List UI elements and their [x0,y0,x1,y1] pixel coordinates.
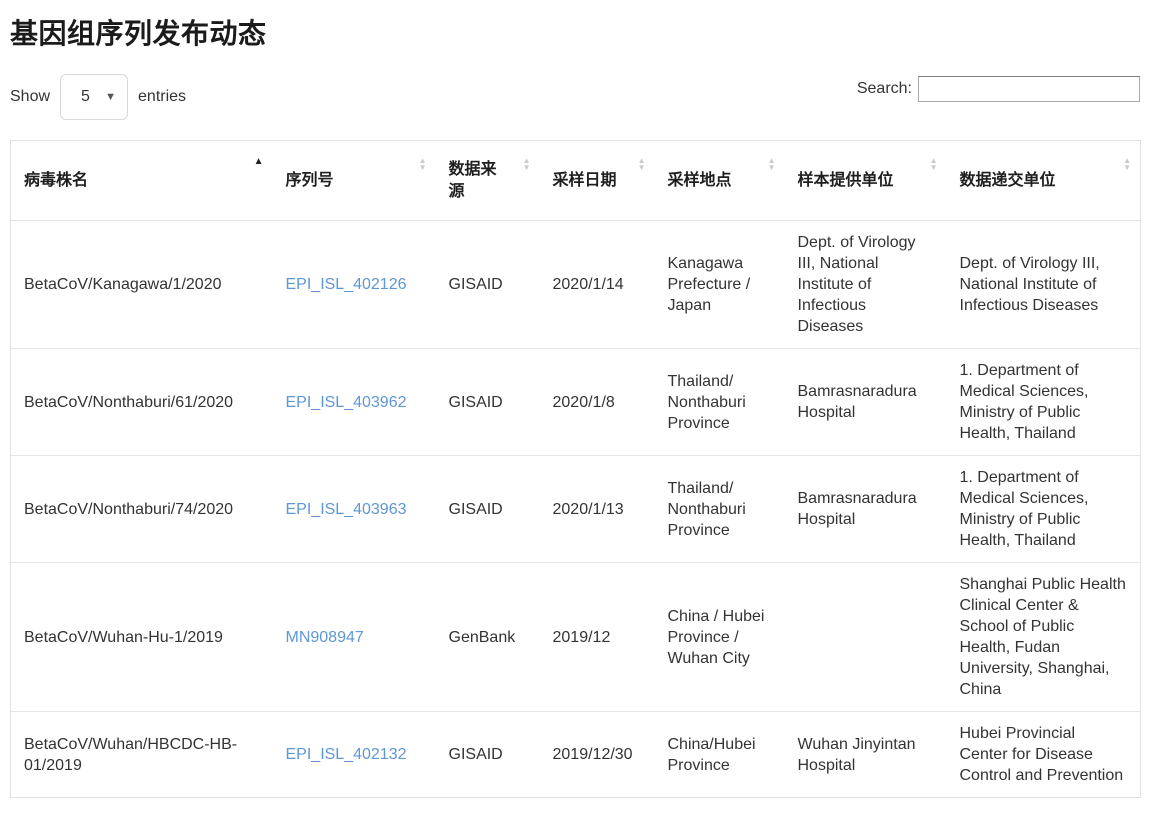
accession-link[interactable]: EPI_ISL_402126 [286,276,407,293]
table-row: BetaCoV/Wuhan-Hu-1/2019 MN908947 GenBank… [11,563,1141,712]
column-header-strain[interactable]: 病毒株名 ▲ [11,141,273,221]
entries-select-value: 5 [81,88,90,106]
provider-cell [785,563,947,712]
entries-label: entries [138,88,186,106]
search-input[interactable] [918,76,1140,102]
date-cell: 2019/12/30 [540,712,655,798]
accession-link[interactable]: MN908947 [286,629,364,646]
column-header-date[interactable]: 采样日期 ▲ ▼ [540,141,655,221]
chevron-down-icon: ▼ [105,91,116,103]
accession-cell: EPI_ISL_403963 [273,456,436,563]
column-header-label: 样本提供单位 [798,172,894,189]
column-header-label: 数据递交单位 [960,172,1056,189]
source-cell: GISAID [436,712,540,798]
accession-cell: EPI_ISL_403962 [273,349,436,456]
accession-link[interactable]: EPI_ISL_402132 [286,746,407,763]
sort-both-icon: ▲ ▼ [930,157,938,171]
column-header-location[interactable]: 采样地点 ▲ ▼ [655,141,785,221]
column-header-label: 数据来源 [449,161,497,200]
strain-cell: BetaCoV/Nonthaburi/61/2020 [11,349,273,456]
entries-select[interactable]: 5 ▼ [60,74,128,120]
sort-both-icon: ▲ ▼ [523,157,531,171]
sort-both-icon: ▲ ▼ [1123,157,1131,171]
strain-cell: BetaCoV/Wuhan-Hu-1/2019 [11,563,273,712]
column-header-label: 序列号 [286,172,334,189]
column-header-source[interactable]: 数据来源 ▲ ▼ [436,141,540,221]
table-row: BetaCoV/Wuhan/HBCDC-HB-01/2019 EPI_ISL_4… [11,712,1141,798]
column-header-label: 病毒株名 [24,172,88,189]
page-title: 基因组序列发布动态 [10,12,1140,52]
header-row: 病毒株名 ▲ 序列号 ▲ ▼ 数据来源 ▲ ▼ [11,141,1141,221]
sort-both-icon: ▲ ▼ [638,157,646,171]
strain-cell: BetaCoV/Nonthaburi/74/2020 [11,456,273,563]
accession-link[interactable]: EPI_ISL_403963 [286,501,407,518]
provider-cell: Bamrasnaradura Hospital [785,349,947,456]
table-row: BetaCoV/Kanagawa/1/2020 EPI_ISL_402126 G… [11,221,1141,349]
accession-cell: EPI_ISL_402126 [273,221,436,349]
provider-cell: Wuhan Jinyintan Hospital [785,712,947,798]
location-cell: Kanagawa Prefecture / Japan [655,221,785,349]
accession-cell: MN908947 [273,563,436,712]
submitter-cell: Dept. of Virology III, National Institut… [947,221,1141,349]
table-row: BetaCoV/Nonthaburi/61/2020 EPI_ISL_40396… [11,349,1141,456]
strain-cell: BetaCoV/Kanagawa/1/2020 [11,221,273,349]
provider-cell: Bamrasnaradura Hospital [785,456,947,563]
location-cell: Thailand/ Nonthaburi Province [655,456,785,563]
page-length-control: Show 5 ▼ entries [10,74,186,120]
source-cell: GISAID [436,221,540,349]
sort-asc-icon: ▲ [254,157,264,167]
date-cell: 2020/1/13 [540,456,655,563]
column-header-label: 采样日期 [553,172,617,189]
accession-link[interactable]: EPI_ISL_403962 [286,394,407,411]
search-control: Search: [857,76,1140,102]
table-controls: Show 5 ▼ entries Search: [10,74,1140,120]
column-header-submitter[interactable]: 数据递交单位 ▲ ▼ [947,141,1141,221]
location-cell: China/Hubei Province [655,712,785,798]
date-cell: 2019/12 [540,563,655,712]
date-cell: 2020/1/8 [540,349,655,456]
submitter-cell: Shanghai Public Health Clinical Center &… [947,563,1141,712]
strain-cell: BetaCoV/Wuhan/HBCDC-HB-01/2019 [11,712,273,798]
sort-both-icon: ▲ ▼ [768,157,776,171]
search-label: Search: [857,80,912,98]
show-label: Show [10,88,50,106]
sort-both-icon: ▲ ▼ [419,157,427,171]
submitter-cell: 1. Department of Medical Sciences, Minis… [947,349,1141,456]
submitter-cell: Hubei Provincial Center for Disease Cont… [947,712,1141,798]
source-cell: GenBank [436,563,540,712]
source-cell: GISAID [436,349,540,456]
page-container: 基因组序列发布动态 Show 5 ▼ entries Search: 病毒株名 [0,12,1150,798]
source-cell: GISAID [436,456,540,563]
table-row: BetaCoV/Nonthaburi/74/2020 EPI_ISL_40396… [11,456,1141,563]
column-header-label: 采样地点 [668,172,732,189]
column-header-accession[interactable]: 序列号 ▲ ▼ [273,141,436,221]
column-header-provider[interactable]: 样本提供单位 ▲ ▼ [785,141,947,221]
submitter-cell: 1. Department of Medical Sciences, Minis… [947,456,1141,563]
location-cell: China / Hubei Province / Wuhan City [655,563,785,712]
date-cell: 2020/1/14 [540,221,655,349]
provider-cell: Dept. of Virology III, National Institut… [785,221,947,349]
accession-cell: EPI_ISL_402132 [273,712,436,798]
genome-sequence-table: 病毒株名 ▲ 序列号 ▲ ▼ 数据来源 ▲ ▼ [10,140,1141,798]
location-cell: Thailand/ Nonthaburi Province [655,349,785,456]
